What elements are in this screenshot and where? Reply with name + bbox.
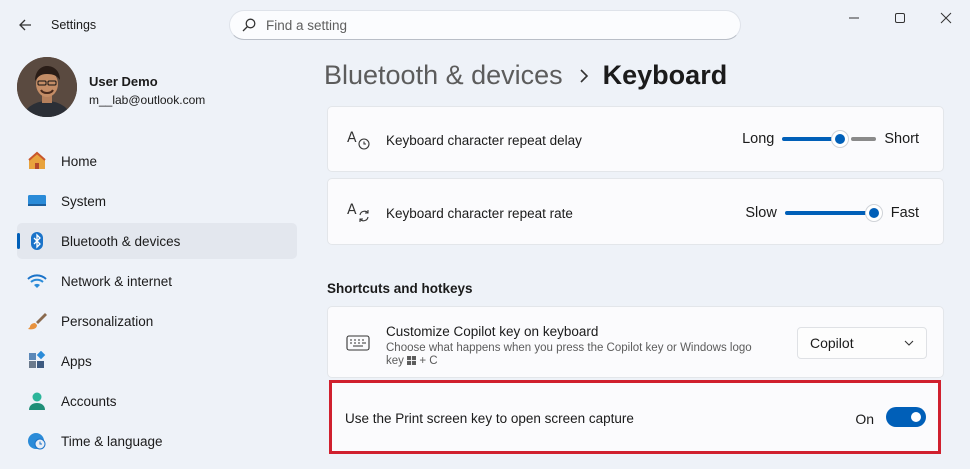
app-title: Settings — [51, 18, 97, 32]
sidebar-item-accounts[interactable]: Accounts — [17, 383, 297, 419]
minimize-icon — [849, 17, 859, 19]
back-arrow-icon — [19, 19, 31, 31]
page-title: Keyboard — [602, 60, 728, 90]
sidebar-item-apps[interactable]: Apps — [17, 343, 297, 379]
sidebar-item-label: Home — [61, 153, 98, 169]
breadcrumb: Bluetooth & devices Keyboard — [324, 60, 727, 91]
repeat-rate-slider-group: Slow Fast — [745, 204, 919, 222]
repeat-delay-slider[interactable] — [782, 130, 877, 148]
copilot-key-dropdown[interactable]: Copilot — [797, 327, 927, 359]
copilot-key-description-prefix: key — [386, 355, 404, 367]
slider-rest — [851, 137, 877, 141]
svg-text:A: A — [347, 130, 357, 146]
sidebar-item-label: Network & internet — [61, 273, 173, 289]
keyboard-icon — [345, 330, 371, 356]
search-input[interactable] — [266, 17, 706, 33]
sidebar-item-network-internet[interactable]: Network & internet — [17, 263, 297, 299]
windows-logo-icon — [407, 356, 417, 365]
toggle-state-label: On — [855, 411, 874, 427]
avatar-picture-icon — [17, 57, 77, 117]
avatar — [17, 57, 77, 117]
close-button[interactable] — [931, 8, 961, 28]
apps-icon — [27, 351, 47, 371]
print-screen-label: Use the Print screen key to open screen … — [345, 411, 634, 426]
slider-min-label: Slow — [745, 205, 777, 221]
system-icon — [27, 191, 47, 211]
copilot-key-card: Customize Copilot key on keyboard Choose… — [327, 306, 944, 378]
chevron-right-icon — [579, 68, 589, 83]
copilot-key-description: Choose what happens when you press the C… — [386, 342, 786, 368]
print-screen-toggle[interactable] — [886, 407, 926, 427]
repeat-delay-slider-group: Long Short — [742, 130, 919, 148]
repeat-rate-icon: A — [346, 199, 372, 225]
minimize-button[interactable] — [839, 8, 869, 28]
home-icon — [27, 151, 47, 171]
repeat-rate-label: Keyboard character repeat rate — [386, 206, 573, 221]
sidebar-item-home[interactable]: Home — [17, 143, 297, 179]
sidebar-item-bluetooth-devices[interactable]: Bluetooth & devices — [17, 223, 297, 259]
slider-fill — [784, 211, 874, 215]
bluetooth-icon — [27, 231, 47, 251]
back-button[interactable] — [10, 10, 40, 40]
sidebar-item-label: Personalization — [61, 313, 154, 329]
user-profile[interactable]: User Demo m__lab@outlook.com — [17, 57, 297, 119]
maximize-button[interactable] — [885, 8, 915, 28]
slider-thumb[interactable] — [831, 130, 850, 148]
sidebar-item-system[interactable]: System — [17, 183, 297, 219]
slider-max-label: Fast — [890, 205, 919, 221]
user-email: m__lab@outlook.com — [89, 93, 206, 107]
sidebar-item-label: Accounts — [61, 393, 117, 409]
repeat-delay-label: Keyboard character repeat delay — [386, 133, 582, 148]
repeat-rate-card: A Keyboard character repeat rate Slow Fa… — [327, 178, 944, 245]
accounts-icon — [27, 391, 47, 411]
svg-text:A: A — [347, 202, 357, 218]
repeat-delay-icon: A — [346, 127, 372, 153]
sidebar-item-label: System — [61, 193, 107, 209]
sidebar-item-label: Apps — [61, 353, 92, 369]
time-language-icon — [27, 431, 47, 451]
sidebar-item-personalization[interactable]: Personalization — [17, 303, 297, 339]
copilot-key-description-suffix: + C — [419, 355, 438, 367]
search-box[interactable] — [229, 10, 741, 40]
wifi-icon — [27, 271, 47, 291]
sidebar-item-time-language[interactable]: Time & language — [17, 423, 297, 459]
breadcrumb-parent-link[interactable]: Bluetooth & devices — [324, 60, 563, 91]
brush-icon — [27, 311, 47, 331]
user-name: User Demo — [89, 74, 158, 89]
section-title: Shortcuts and hotkeys — [327, 281, 473, 296]
repeat-delay-card: A Keyboard character repeat delay Long S… — [327, 106, 944, 172]
maximize-icon — [895, 13, 905, 23]
slider-max-label: Short — [884, 131, 919, 147]
sidebar-nav: Home System Bluetooth & devices Network … — [17, 143, 297, 463]
print-screen-setting-row: Use the Print screen key to open screen … — [329, 380, 941, 454]
search-icon — [242, 18, 256, 32]
dropdown-selected-value: Copilot — [810, 335, 854, 351]
sidebar-item-label: Time & language — [61, 433, 163, 449]
copilot-key-description-text: Choose what happens when you press the C… — [386, 342, 752, 354]
sidebar-item-label: Bluetooth & devices — [61, 233, 181, 249]
title-bar: Settings — [0, 0, 970, 50]
repeat-rate-slider[interactable] — [784, 204, 883, 222]
toggle-knob — [911, 412, 921, 422]
copilot-key-label: Customize Copilot key on keyboard — [386, 324, 599, 339]
close-icon — [940, 12, 952, 24]
chevron-down-icon — [904, 340, 914, 346]
slider-thumb[interactable] — [864, 204, 883, 222]
slider-min-label: Long — [742, 131, 775, 147]
